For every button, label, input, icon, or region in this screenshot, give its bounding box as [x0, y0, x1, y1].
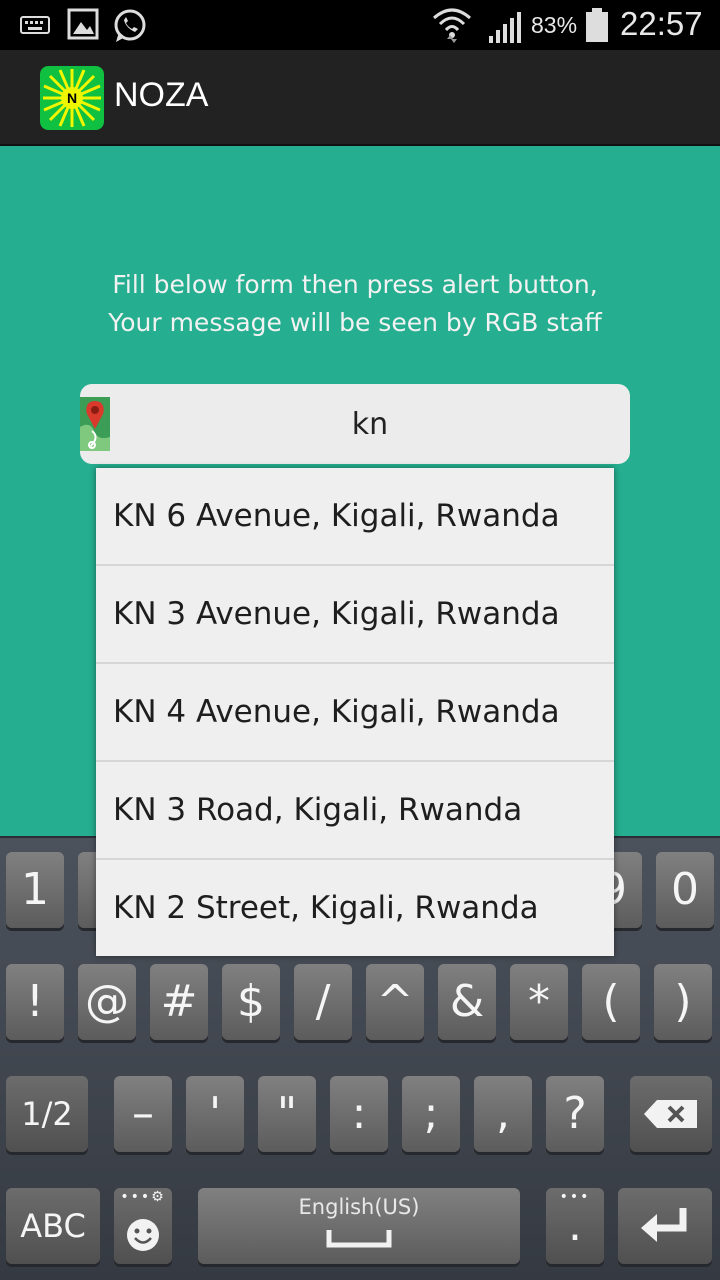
app-bar: N NOZA [0, 50, 720, 146]
emoji-key[interactable]: •••⚙ [114, 1188, 172, 1264]
suggestion-label: KN 2 Street, Kigali, Rwanda [113, 890, 539, 926]
map-pin-icon [80, 397, 110, 451]
battery-percentage: 83% [531, 12, 578, 38]
key-at[interactable]: @ [78, 964, 136, 1040]
key-dash[interactable]: – [114, 1076, 172, 1152]
suggestion-item[interactable]: KN 3 Avenue, Kigali, Rwanda [96, 566, 614, 664]
key-close-paren[interactable]: ) [654, 964, 712, 1040]
whatsapp-icon [114, 9, 146, 42]
key-semicolon[interactable]: ; [402, 1076, 460, 1152]
key-slash[interactable]: / [294, 964, 352, 1040]
suggestion-item[interactable]: KN 6 Avenue, Kigali, Rwanda [96, 468, 614, 566]
gallery-icon [67, 8, 99, 40]
form-instructions: Fill below form then press alert button,… [0, 266, 710, 342]
period-options-dots: ••• [559, 1189, 591, 1205]
suggestion-label: KN 3 Road, Kigali, Rwanda [113, 792, 523, 828]
key-open-paren[interactable]: ( [582, 964, 640, 1040]
smiley-icon [127, 1219, 159, 1251]
suggestion-label: KN 3 Avenue, Kigali, Rwanda [113, 596, 560, 632]
instructions-line-2: Your message will be seen by RGB staff [108, 308, 602, 337]
app-title: NOZA [114, 76, 209, 114]
location-input[interactable] [120, 384, 620, 464]
battery-icon [586, 8, 608, 42]
suggestion-item[interactable]: KN 3 Road, Kigali, Rwanda [96, 762, 614, 860]
key-apostrophe[interactable]: ' [186, 1076, 244, 1152]
enter-icon [641, 1208, 687, 1242]
key-quote[interactable]: " [258, 1076, 316, 1152]
logo-letter: N [67, 90, 77, 106]
key-abc[interactable]: ABC [6, 1188, 100, 1264]
suggestion-label: KN 4 Avenue, Kigali, Rwanda [113, 694, 560, 730]
wifi-icon [433, 8, 471, 43]
suggestion-item[interactable]: KN 4 Avenue, Kigali, Rwanda [96, 664, 614, 762]
period-key[interactable]: ••• . [546, 1188, 604, 1264]
key-asterisk[interactable]: * [510, 964, 568, 1040]
backspace-icon [644, 1100, 697, 1128]
emoji-options-dots: •••⚙ [120, 1189, 166, 1205]
key-dollar[interactable]: $ [222, 964, 280, 1040]
key-colon[interactable]: : [330, 1076, 388, 1152]
suggestion-item[interactable]: KN 2 Street, Kigali, Rwanda [96, 860, 614, 958]
key-ampersand[interactable]: & [438, 964, 496, 1040]
instructions-line-1: Fill below form then press alert button, [112, 270, 598, 299]
suggestion-label: KN 6 Avenue, Kigali, Rwanda [113, 498, 560, 534]
status-clock: 22:57 [620, 5, 703, 42]
key-comma[interactable]: , [474, 1076, 532, 1152]
key-page-toggle[interactable]: 1/2 [6, 1076, 88, 1152]
status-bar: 83% 22:57 [0, 0, 720, 50]
noza-logo-icon[interactable]: N [40, 66, 104, 130]
keyboard-icon [20, 16, 50, 34]
space-key[interactable]: English(US) [198, 1188, 520, 1264]
space-language-label: English(US) [298, 1195, 420, 1219]
key-caret[interactable]: ^ [366, 964, 424, 1040]
key-exclamation[interactable]: ! [6, 964, 64, 1040]
enter-key[interactable] [618, 1188, 712, 1264]
space-bar-icon [326, 1230, 392, 1248]
backspace-key[interactable] [630, 1076, 712, 1152]
period-label: . [568, 1200, 582, 1251]
key-1[interactable]: 1 [6, 852, 64, 928]
signal-icon [489, 12, 521, 43]
key-hash[interactable]: # [150, 964, 208, 1040]
location-suggestions: KN 6 Avenue, Kigali, Rwanda KN 3 Avenue,… [96, 468, 614, 956]
location-field[interactable] [80, 384, 630, 464]
key-question[interactable]: ? [546, 1076, 604, 1152]
key-0[interactable]: 0 [656, 852, 714, 928]
